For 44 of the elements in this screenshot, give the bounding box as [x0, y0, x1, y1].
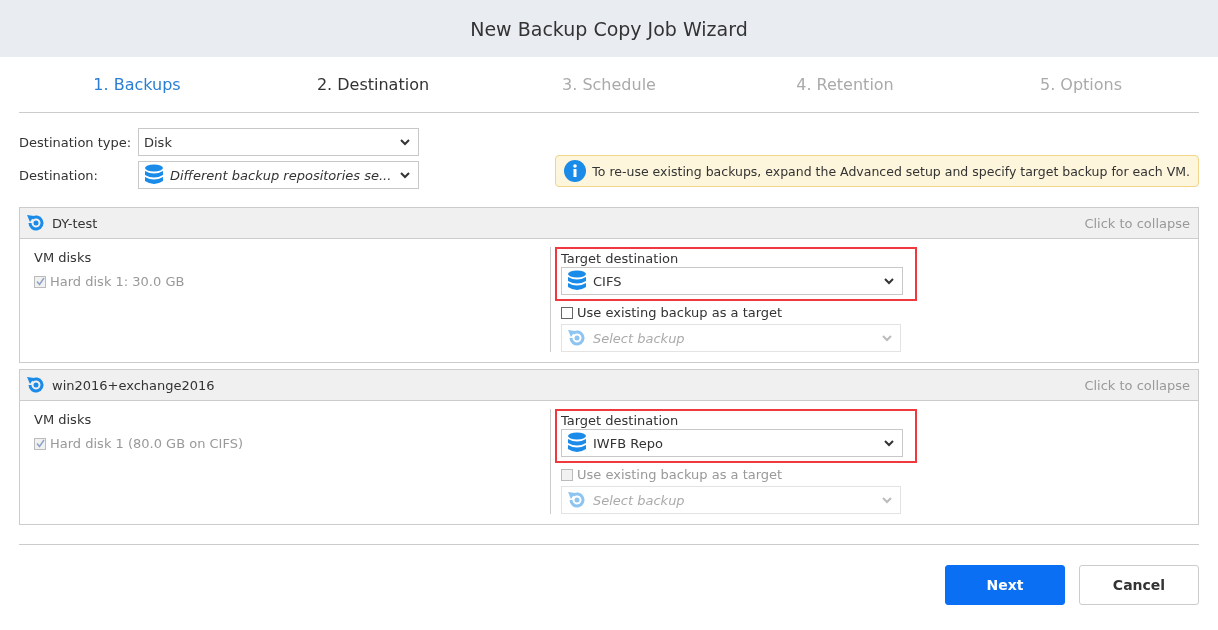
- caret-icon: [400, 171, 410, 179]
- field-label: Destination type:: [19, 134, 133, 150]
- vm-name: DY-test: [52, 215, 99, 231]
- vm-name: win2016+exchange2016: [52, 377, 216, 393]
- target-dropdown[interactable]: IWFB Repo: [561, 429, 903, 457]
- cancel-button[interactable]: Cancel: [1079, 565, 1199, 605]
- field-label: Destination:: [19, 167, 99, 183]
- collapse-link[interactable]: Click to collapse: [1084, 215, 1190, 231]
- sync-icon: [567, 328, 587, 348]
- caret-icon: [884, 439, 894, 447]
- destination-type-dropdown[interactable]: Disk: [138, 128, 419, 156]
- checkbox-label: Hard disk 1: 30.0 GB: [50, 274, 185, 289]
- wizard-step[interactable]: 3. Schedule: [491, 75, 727, 94]
- caret-icon: [400, 138, 410, 146]
- next-button[interactable]: Next: [945, 565, 1065, 605]
- checkbox-label: Use existing backup as a target: [577, 305, 783, 320]
- target-dropdown[interactable]: CIFS: [561, 267, 903, 295]
- field-label: Target destination: [561, 251, 680, 266]
- vm-disks-label: VM disks: [34, 250, 93, 265]
- wizard-step[interactable]: 5. Options: [963, 75, 1199, 94]
- checkbox-label: Use existing backup as a target: [577, 467, 783, 482]
- collapse-link[interactable]: Click to collapse: [1084, 377, 1190, 393]
- info-text: To re-use existing backups, expand the Advanced setup and specify target backup for each VM.: [592, 163, 1190, 179]
- select-backup-dropdown[interactable]: Select backup: [561, 324, 901, 352]
- sync-icon: [567, 490, 587, 510]
- sync-icon: [26, 375, 46, 395]
- wizard-step[interactable]: 2. Destination: [255, 75, 491, 94]
- sync-icon: [26, 213, 46, 233]
- select-backup-dropdown[interactable]: Select backup: [561, 486, 901, 514]
- caret-icon: [882, 496, 892, 504]
- vm-disks-label: VM disks: [34, 412, 93, 427]
- window-title: New Backup Copy Job Wizard: [0, 0, 1218, 57]
- info-icon: [564, 160, 587, 182]
- database-icon: [567, 432, 587, 454]
- wizard-step[interactable]: 1. Backups: [19, 75, 255, 94]
- caret-icon: [884, 277, 894, 285]
- database-icon: [567, 270, 587, 292]
- database-icon: [144, 164, 164, 186]
- field-label: Target destination: [561, 413, 680, 428]
- wizard-step[interactable]: 4. Retention: [727, 75, 963, 94]
- checkbox-label: Hard disk 1 (80.0 GB on CIFS): [50, 436, 244, 451]
- caret-icon: [882, 334, 892, 342]
- destination-dropdown[interactable]: Different backup repositories se...: [138, 161, 419, 189]
- checkbox[interactable]: [561, 306, 573, 319]
